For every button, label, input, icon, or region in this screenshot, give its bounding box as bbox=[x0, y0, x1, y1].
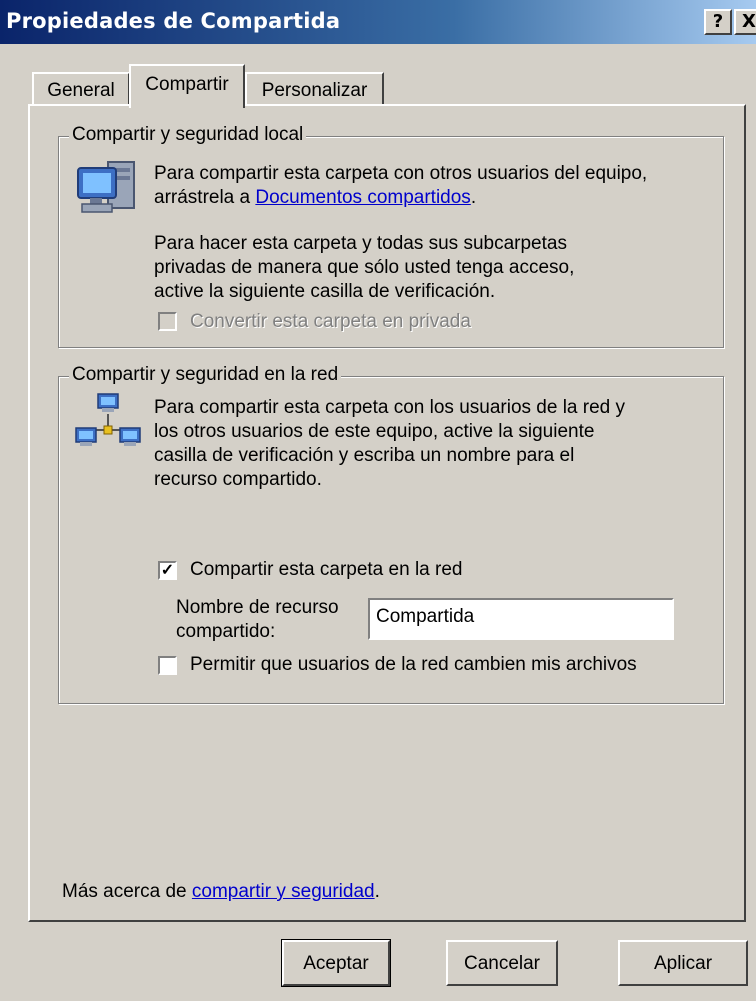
tab-general[interactable]: General bbox=[32, 72, 130, 106]
properties-dialog: Propiedades de Compartida ? X General Co… bbox=[0, 0, 756, 1001]
tab-compartir[interactable]: Compartir bbox=[129, 64, 245, 108]
share-network-label: Compartir esta carpeta en la red bbox=[190, 559, 463, 580]
network-icon bbox=[75, 393, 141, 446]
network-line-4: recurso compartido. bbox=[154, 469, 322, 490]
share-name-label-2: compartido: bbox=[176, 621, 276, 642]
computer-icon bbox=[77, 161, 135, 213]
title-bar[interactable]: Propiedades de Compartida ? X bbox=[0, 0, 756, 44]
local-para2-line-3: active la siguiente casilla de verificac… bbox=[154, 281, 496, 302]
local-line-2-prefix: arrástrela a bbox=[154, 187, 256, 208]
network-line-1: Para compartir esta carpeta con los usua… bbox=[154, 397, 626, 418]
network-line-2: los otros usuarios de este equipo, activ… bbox=[154, 421, 595, 442]
local-line-2: arrástrela a Documentos compartidos. bbox=[154, 186, 476, 210]
network-sharing-legend: Compartir y seguridad en la red bbox=[69, 364, 342, 386]
window-title: Propiedades de Compartida bbox=[6, 9, 341, 33]
local-sharing-legend: Compartir y seguridad local bbox=[69, 124, 307, 146]
network-line-3: casilla de verificación y escriba un nom… bbox=[154, 445, 575, 466]
local-para2-line-1: Para hacer esta carpeta y todas sus subc… bbox=[154, 233, 567, 254]
private-checkbox[interactable] bbox=[158, 312, 177, 331]
help-button[interactable]: ? bbox=[704, 9, 732, 35]
allow-change-checkbox[interactable] bbox=[158, 656, 177, 675]
more-info-prefix: Más acerca de bbox=[62, 881, 192, 902]
close-button[interactable]: X bbox=[734, 9, 756, 35]
tab-personalizar[interactable]: Personalizar bbox=[245, 72, 384, 106]
local-line-2-suffix: . bbox=[470, 187, 477, 208]
local-line-1: Para compartir esta carpeta con otros us… bbox=[154, 163, 648, 184]
local-para2-line-2: privadas de manera que sólo usted tenga … bbox=[154, 257, 575, 278]
private-checkbox-label: Convertir esta carpeta en privada bbox=[190, 311, 471, 332]
share-name-label-1: Nombre de recurso bbox=[176, 597, 339, 618]
shared-documents-link[interactable]: Documentos compartidos bbox=[255, 187, 470, 208]
ok-button[interactable]: Aceptar bbox=[281, 939, 391, 987]
more-info-line: Más acerca de compartir y seguridad. bbox=[62, 880, 380, 904]
sharing-security-link[interactable]: compartir y seguridad bbox=[192, 881, 375, 902]
share-network-checkbox[interactable]: ✓ bbox=[158, 561, 177, 580]
apply-button[interactable]: Aplicar bbox=[618, 940, 748, 986]
allow-change-label: Permitir que usuarios de la red cambien … bbox=[190, 654, 637, 675]
cancel-button[interactable]: Cancelar bbox=[446, 940, 558, 986]
share-name-input[interactable]: Compartida bbox=[368, 598, 674, 640]
more-info-suffix: . bbox=[374, 881, 380, 902]
